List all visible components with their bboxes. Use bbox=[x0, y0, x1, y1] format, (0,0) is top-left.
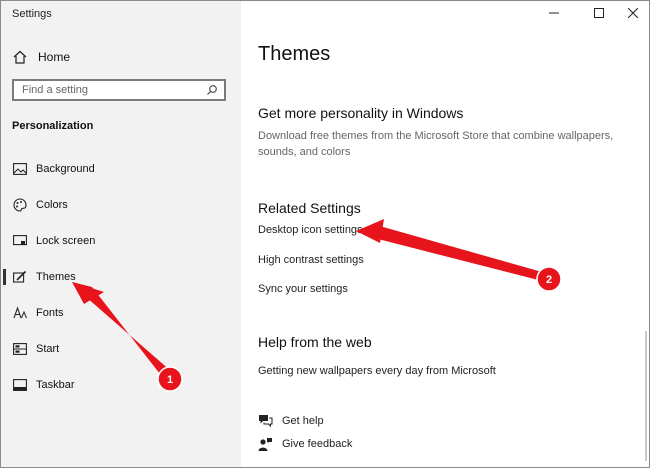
sidebar-item-start[interactable]: Start bbox=[1, 336, 241, 362]
get-help-link[interactable]: Get help bbox=[257, 412, 324, 430]
personality-heading: Get more personality in Windows bbox=[258, 105, 464, 121]
sidebar-item-label: Background bbox=[36, 163, 95, 175]
fonts-icon bbox=[12, 305, 28, 321]
brush-icon bbox=[12, 269, 28, 285]
minimize-button[interactable] bbox=[539, 1, 569, 25]
search-icon bbox=[207, 85, 217, 95]
minimize-icon bbox=[549, 12, 559, 14]
sidebar-item-label: Fonts bbox=[36, 307, 64, 319]
settings-window: Settings Home Personalization Background bbox=[0, 0, 650, 468]
chat-bubble-icon bbox=[257, 413, 273, 429]
sidebar-item-label: Start bbox=[36, 343, 60, 355]
related-settings-heading: Related Settings bbox=[258, 200, 361, 216]
sidebar-item-colors[interactable]: Colors bbox=[1, 192, 241, 218]
scrollbar[interactable] bbox=[645, 331, 647, 461]
help-heading: Help from the web bbox=[258, 334, 372, 350]
sidebar-item-label: Lock screen bbox=[36, 235, 96, 247]
give-feedback-label: Give feedback bbox=[282, 438, 353, 450]
give-feedback-link[interactable]: Give feedback bbox=[257, 435, 352, 453]
sidebar-item-label: Taskbar bbox=[36, 379, 75, 391]
sidebar-item-taskbar[interactable]: Taskbar bbox=[1, 372, 241, 398]
page-title: Themes bbox=[258, 43, 331, 65]
sidebar-item-label: Colors bbox=[36, 199, 68, 211]
high-contrast-settings-link[interactable]: High contrast settings bbox=[258, 254, 364, 266]
get-help-label: Get help bbox=[282, 415, 324, 427]
sync-settings-link[interactable]: Sync your settings bbox=[258, 283, 348, 295]
sidebar-item-lock-screen[interactable]: Lock screen bbox=[1, 228, 241, 254]
section-title: Personalization bbox=[12, 120, 94, 132]
home-icon bbox=[13, 50, 27, 64]
desktop-icon-settings-link[interactable]: Desktop icon settings bbox=[258, 224, 363, 236]
home-label: Home bbox=[38, 50, 71, 64]
taskbar-icon bbox=[12, 377, 28, 393]
maximize-button[interactable] bbox=[584, 1, 614, 25]
search-box[interactable] bbox=[12, 79, 226, 101]
wallpapers-help-link[interactable]: Getting new wallpapers every day from Mi… bbox=[258, 365, 496, 377]
start-icon bbox=[12, 341, 28, 357]
palette-icon bbox=[12, 197, 28, 213]
feedback-icon bbox=[257, 436, 273, 452]
maximize-icon bbox=[594, 8, 604, 18]
search-input[interactable] bbox=[22, 84, 192, 96]
close-icon bbox=[628, 8, 638, 18]
sidebar-item-background[interactable]: Background bbox=[1, 156, 241, 182]
sidebar-item-label: Themes bbox=[36, 271, 76, 283]
sidebar: Settings Home Personalization Background bbox=[1, 1, 241, 467]
sidebar-item-themes[interactable]: Themes bbox=[1, 264, 241, 290]
close-button[interactable] bbox=[618, 1, 648, 25]
window-title: Settings bbox=[12, 8, 52, 20]
lock-screen-icon bbox=[12, 233, 28, 249]
picture-icon bbox=[12, 161, 28, 177]
home-link[interactable]: Home bbox=[12, 46, 232, 68]
personality-description: Download free themes from the Microsoft … bbox=[258, 130, 614, 158]
sidebar-item-fonts[interactable]: Fonts bbox=[1, 300, 241, 326]
